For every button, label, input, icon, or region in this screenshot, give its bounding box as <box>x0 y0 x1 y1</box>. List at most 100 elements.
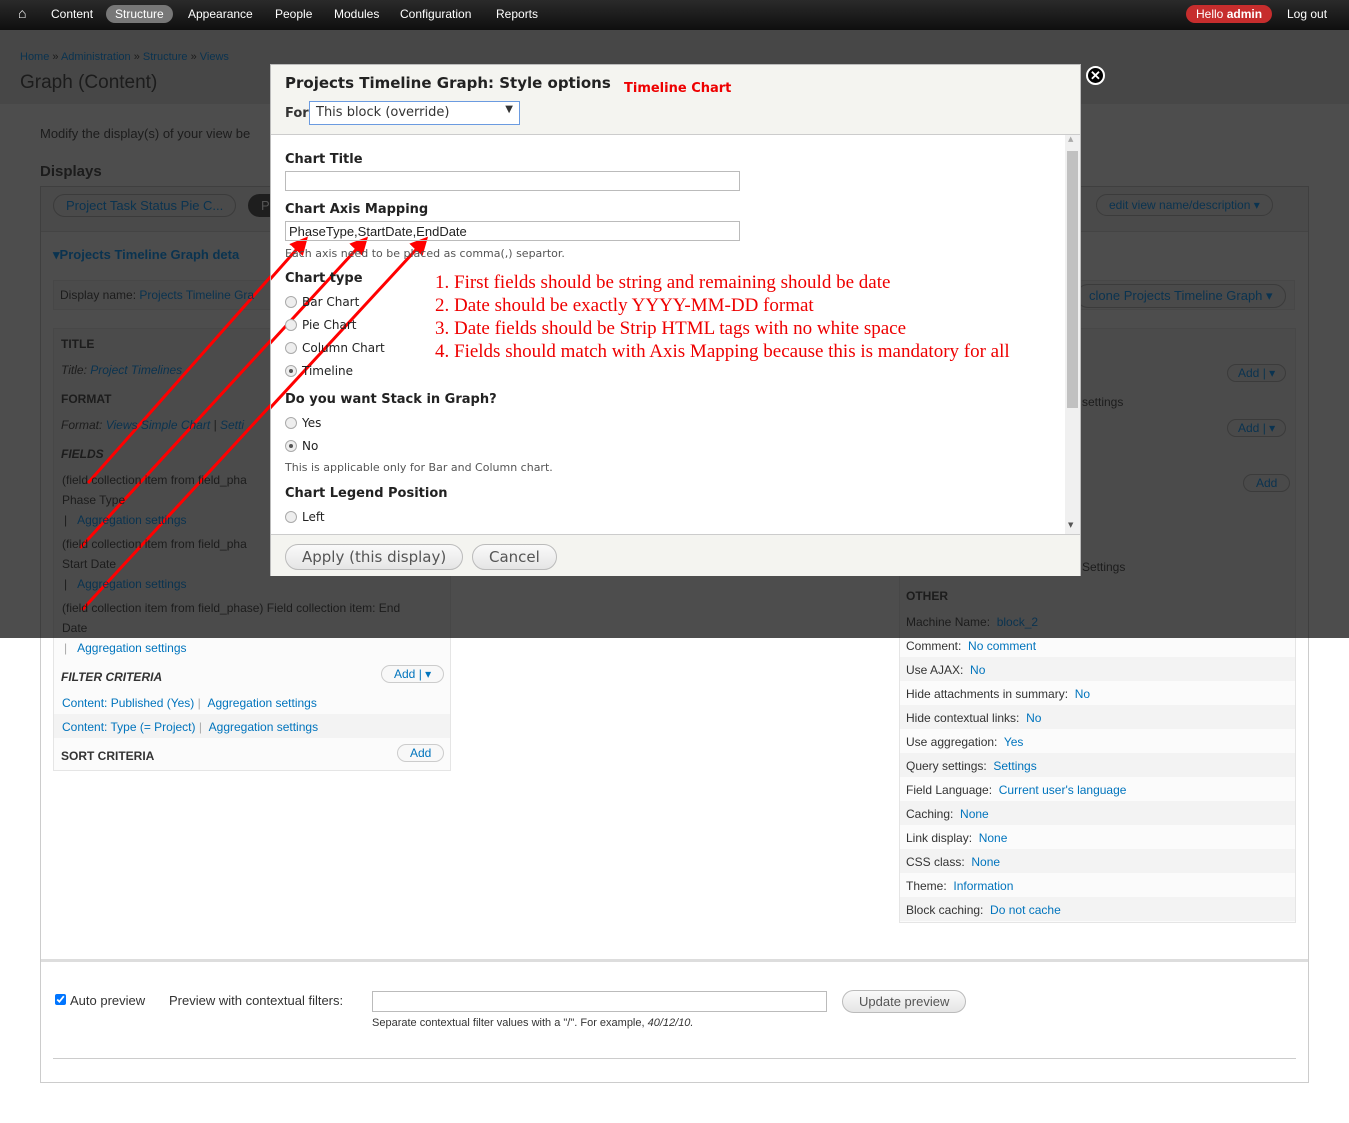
setting-value-link[interactable]: No <box>1026 711 1041 725</box>
setting-value-link[interactable]: None <box>979 831 1008 845</box>
radio-stack-yes[interactable]: Yes <box>285 416 321 430</box>
format-settings-link[interactable]: Setti <box>220 418 244 432</box>
apply-button[interactable]: Apply (this display) <box>285 544 464 570</box>
home-icon[interactable]: ⌂ <box>18 5 26 21</box>
update-preview-button[interactable]: Update preview <box>842 990 967 1013</box>
other-setting-row: Hide contextual links: No <box>906 711 1041 725</box>
setting-value-link[interactable]: None <box>960 807 989 821</box>
other-setting-row: Field Language: Current user's language <box>906 783 1126 797</box>
radio-icon[interactable] <box>285 319 297 331</box>
sort-add-button[interactable]: Add <box>397 744 445 762</box>
filter-1-link[interactable]: Content: Published (Yes) <box>62 696 194 710</box>
edit-view-button[interactable]: edit view name/description ▾ <box>1096 194 1273 216</box>
right-settings-link-2[interactable]: Settings <box>1082 560 1125 574</box>
field-2-link[interactable]: (field collection item from field_pha <box>62 537 247 551</box>
other-setting-row: Comment: No comment <box>906 639 1036 653</box>
setting-value-link[interactable]: Yes <box>1004 735 1024 749</box>
note-2: 2. Date should be exactly YYYY-MM-DD for… <box>435 295 814 316</box>
setting-value-link[interactable]: No <box>1075 687 1090 701</box>
right-add-label-2: Add <box>1238 421 1260 435</box>
note-4: 4. Fields should match with Axis Mapping… <box>435 341 1010 362</box>
setting-value-link[interactable]: No comment <box>968 639 1036 653</box>
setting-value-link[interactable]: No <box>970 663 985 677</box>
preview-divider <box>41 959 1308 962</box>
right-settings-link-1[interactable]: settings <box>1082 395 1123 409</box>
menu-modules[interactable]: Modules <box>334 7 379 21</box>
radio-legend-left[interactable]: Left <box>285 510 325 524</box>
breadcrumb-structure[interactable]: Structure <box>143 51 188 63</box>
field-3-link[interactable]: (field collection item from field_phase)… <box>62 601 400 615</box>
menu-content[interactable]: Content <box>51 7 93 21</box>
field-2-agg-link[interactable]: Aggregation settings <box>77 577 186 591</box>
menu-appearance[interactable]: Appearance <box>188 7 253 21</box>
field-1-link-2[interactable]: Phase Type <box>62 493 125 507</box>
setting-value-link[interactable]: Information <box>953 879 1013 893</box>
breadcrumb-home[interactable]: Home <box>20 51 49 63</box>
radio-icon[interactable] <box>285 511 297 523</box>
radio-selected-icon[interactable] <box>285 440 297 452</box>
radio-selected-icon[interactable] <box>285 365 297 377</box>
setting-value-link[interactable]: Do not cache <box>990 903 1061 917</box>
menu-configuration[interactable]: Configuration <box>400 7 471 21</box>
filter-2-agg-link[interactable]: Aggregation settings <box>209 720 318 734</box>
field-3-agg-link[interactable]: Aggregation settings <box>77 641 186 655</box>
auto-preview-checkbox[interactable] <box>55 994 66 1005</box>
chart-title-input[interactable] <box>285 171 740 191</box>
radio-bar-chart[interactable]: Bar Chart <box>285 295 359 309</box>
radio-column-chart[interactable]: Column Chart <box>285 341 385 355</box>
display-tab-pie[interactable]: Project Task Status Pie C... <box>53 194 237 217</box>
setting-value-link[interactable]: None <box>971 855 1000 869</box>
field-1-agg-link[interactable]: Aggregation settings <box>77 513 186 527</box>
radio-pie-label: Pie Chart <box>302 318 357 332</box>
filter-add-button[interactable]: Add | ▾ <box>381 665 445 683</box>
close-icon[interactable]: ✕ <box>1086 66 1105 85</box>
hello-text: Hello <box>1196 7 1224 21</box>
setting-value-link[interactable]: block_2 <box>997 615 1038 629</box>
scrollbar-thumb[interactable] <box>1067 151 1078 408</box>
right-add-button-1[interactable]: Add | ▾ <box>1227 364 1287 382</box>
auto-preview[interactable]: Auto preview <box>55 993 145 1008</box>
ctx-filters-input[interactable] <box>372 991 827 1012</box>
logout-link[interactable]: Log out <box>1287 7 1327 21</box>
radio-icon[interactable] <box>285 342 297 354</box>
filter-2-link[interactable]: Content: Type (= Project) <box>62 720 196 734</box>
details-heading[interactable]: ▾Projects Timeline Graph deta <box>53 247 239 263</box>
for-select[interactable]: This block (override) ▼ <box>309 101 520 125</box>
radio-icon[interactable] <box>285 417 297 429</box>
scroll-down-icon[interactable]: ▼ <box>1068 521 1073 529</box>
setting-value-link[interactable]: Current user's language <box>999 783 1127 797</box>
field-2-link-2[interactable]: Start Date <box>62 557 116 571</box>
clone-button[interactable]: clone Projects Timeline Graph ▾ <box>1076 284 1286 308</box>
for-label: For <box>285 106 309 121</box>
display-name-link[interactable]: Projects Timeline Gra <box>139 288 254 302</box>
hello-user[interactable]: Hello admin <box>1186 5 1273 23</box>
field-1-link[interactable]: (field collection item from field_pha <box>62 473 247 487</box>
menu-people[interactable]: People <box>275 7 312 21</box>
radio-stack-no[interactable]: No <box>285 439 318 453</box>
scroll-up-icon[interactable]: ▲ <box>1068 135 1073 143</box>
bottom-divider <box>53 1058 1296 1059</box>
title-link[interactable]: Project Timelines <box>90 363 182 377</box>
setting-value-link[interactable]: Settings <box>993 759 1036 773</box>
breadcrumb-administration[interactable]: Administration <box>61 51 131 63</box>
note-3: 3. Date fields should be Strip HTML tags… <box>435 318 907 339</box>
setting-label: Use AJAX: <box>906 663 964 677</box>
field-3-link-2[interactable]: Date <box>62 621 87 635</box>
cancel-button[interactable]: Cancel <box>472 544 557 570</box>
axis-mapping-input[interactable] <box>285 221 740 241</box>
radio-icon[interactable] <box>285 296 297 308</box>
right-add-button-2[interactable]: Add | ▾ <box>1227 419 1287 437</box>
right-add-button-3[interactable]: Add <box>1243 474 1291 492</box>
field-2-agg: | Aggregation settings <box>64 577 187 591</box>
ctx-label: Preview with contextual filters: <box>169 993 344 1008</box>
format-link[interactable]: Views Simple Chart <box>106 418 210 432</box>
menu-reports[interactable]: Reports <box>496 7 538 21</box>
breadcrumb-views[interactable]: Views <box>200 51 229 63</box>
radio-pie-chart[interactable]: Pie Chart <box>285 318 356 332</box>
menu-structure[interactable]: Structure <box>106 5 173 23</box>
filter-1-agg-link[interactable]: Aggregation settings <box>207 696 316 710</box>
sort-heading: SORT CRITERIA <box>61 749 155 763</box>
username: admin <box>1226 7 1263 21</box>
radio-timeline[interactable]: Timeline <box>285 364 353 378</box>
dialog-scrollbar[interactable]: ▲ ▼ <box>1065 135 1080 534</box>
